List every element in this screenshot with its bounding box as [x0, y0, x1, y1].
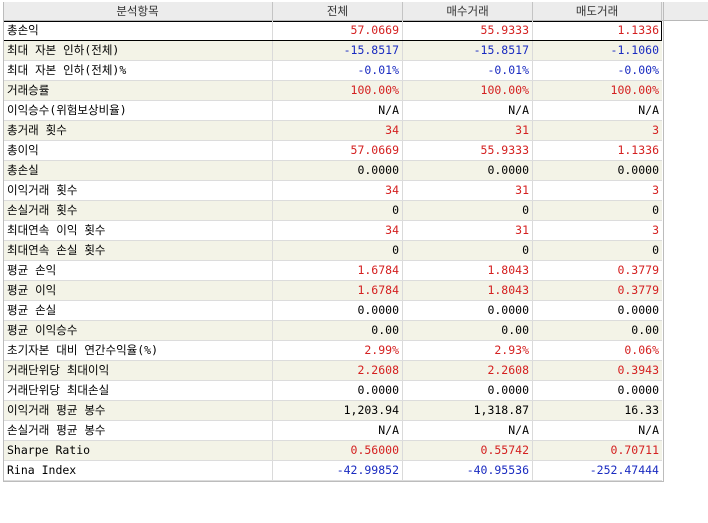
- table-frame: [3, 2, 664, 482]
